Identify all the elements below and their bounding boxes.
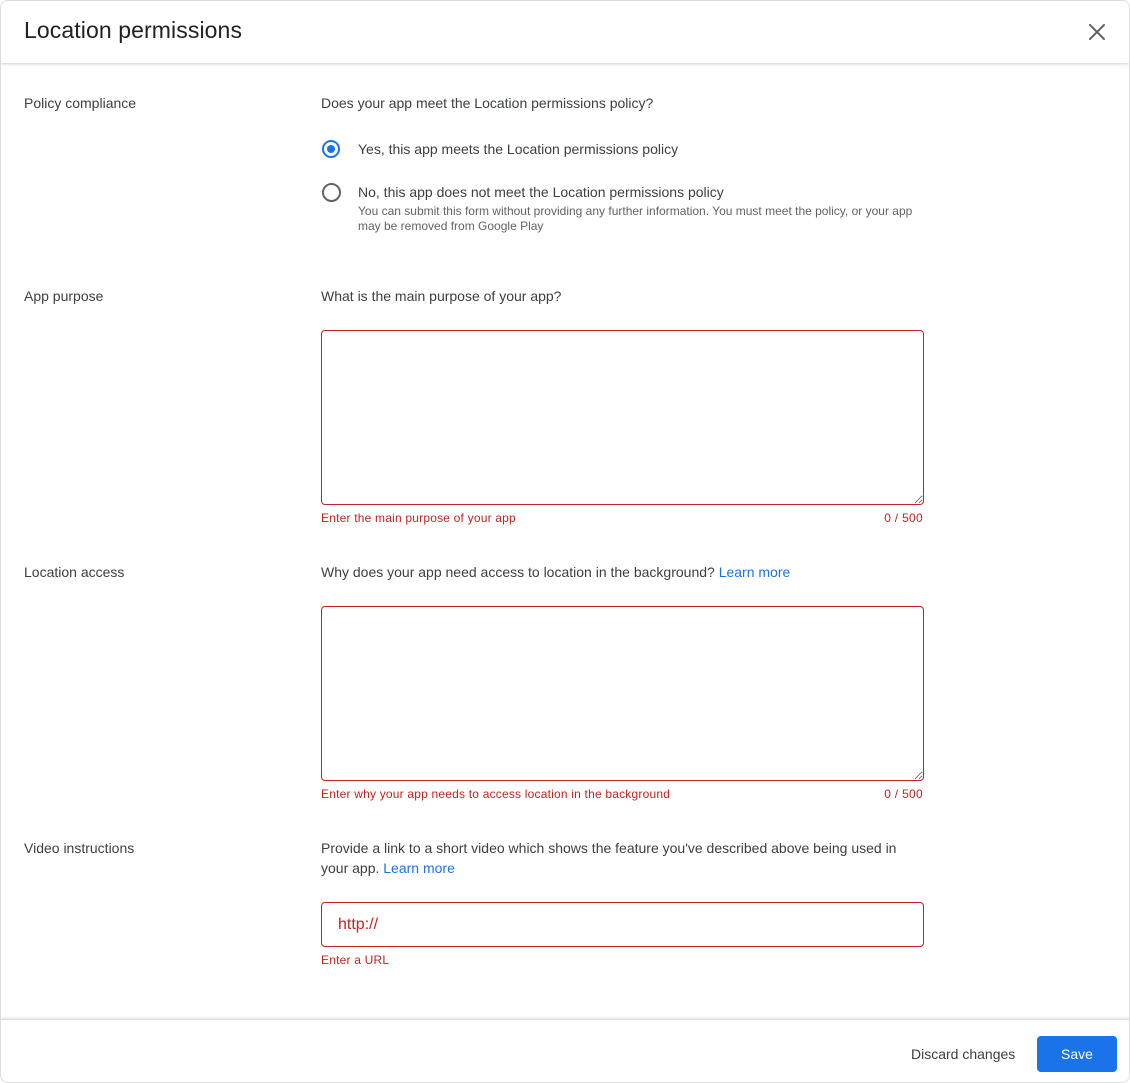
policy-question: Does your app meet the Location permissi… (321, 95, 654, 111)
video-instructions-label: Video instructions (24, 840, 135, 856)
discard-changes-button[interactable]: Discard changes (901, 1036, 1025, 1072)
app-purpose-field (321, 330, 924, 505)
location-access-question: Why does your app need access to locatio… (321, 562, 790, 582)
dialog-footer: Discard changes Save (1, 1019, 1129, 1082)
radio-no-help-text: You can submit this form without providi… (358, 204, 913, 233)
radio-yes-label: Yes, this app meets the Location permiss… (358, 141, 679, 157)
close-icon (1089, 24, 1105, 40)
video-learn-more-link[interactable]: Learn more (383, 860, 455, 876)
app-purpose-textarea[interactable] (322, 331, 923, 504)
dialog-header: Location permissions (1, 1, 1129, 63)
close-button[interactable] (1083, 18, 1111, 46)
radio-option-yes[interactable]: Yes, this app meets the Location permiss… (320, 140, 678, 158)
policy-compliance-label: Policy compliance (24, 95, 137, 111)
location-access-error: Enter why your app needs to access locat… (321, 787, 671, 801)
location-access-label: Location access (24, 564, 125, 580)
app-purpose-question: What is the main purpose of your app? (321, 288, 562, 304)
location-permissions-dialog: Location permissions Policy compliance D… (0, 0, 1130, 1083)
save-button[interactable]: Save (1037, 1036, 1117, 1072)
app-purpose-counter: 0 / 500 (884, 511, 923, 525)
app-purpose-error: Enter the main purpose of your app (321, 511, 516, 525)
radio-no-button[interactable] (322, 183, 341, 202)
location-access-textarea[interactable] (322, 607, 923, 780)
video-url-field (321, 902, 924, 947)
app-purpose-label: App purpose (24, 288, 104, 304)
video-url-error: Enter a URL (321, 953, 390, 967)
radio-no-label: No, this app does not meet the Location … (358, 184, 724, 200)
location-access-question-text: Why does your app need access to locatio… (321, 564, 715, 580)
video-instructions-question: Provide a link to a short video which sh… (321, 838, 921, 878)
video-url-input[interactable] (322, 903, 923, 946)
location-access-counter: 0 / 500 (884, 787, 923, 801)
radio-option-no[interactable]: No, this app does not meet the Location … (320, 183, 918, 234)
radio-yes-button[interactable] (322, 140, 340, 158)
location-access-field (321, 606, 924, 781)
location-access-learn-more-link[interactable]: Learn more (719, 564, 791, 580)
dialog-title: Location permissions (24, 17, 243, 43)
